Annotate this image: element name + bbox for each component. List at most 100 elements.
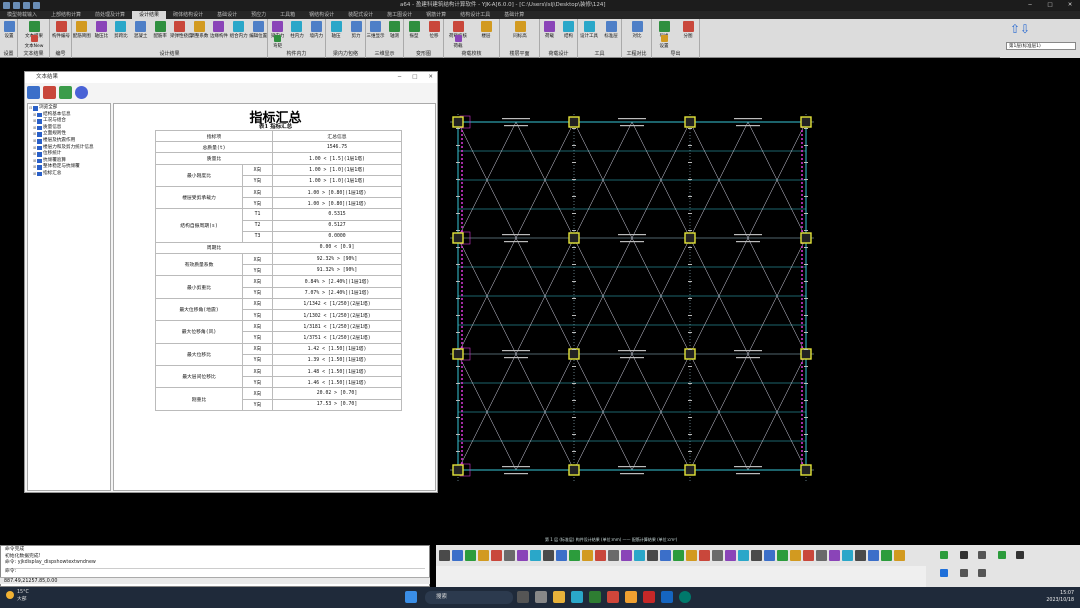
ribbon-button[interactable]: 荷载	[444, 35, 472, 49]
open-file-icon[interactable]	[13, 2, 20, 9]
view-tool-icon[interactable]	[452, 550, 463, 561]
ribbon-button[interactable]: 设计工具	[578, 21, 600, 39]
ribbon-button[interactable]: 混凝土	[131, 21, 151, 39]
view-tool-icon[interactable]	[569, 550, 580, 561]
ribbon-button[interactable]: 墙内力	[307, 21, 326, 39]
app-icon[interactable]	[589, 591, 601, 603]
dialog-minimize-button[interactable]: ─	[398, 72, 401, 83]
view-tool-icon[interactable]	[478, 550, 489, 561]
ribbon-button[interactable]: 配筋率	[150, 21, 170, 39]
view-tool-icon[interactable]	[803, 550, 814, 561]
dialog-maximize-button[interactable]: □	[412, 72, 417, 83]
ribbon-button[interactable]: 对比	[622, 21, 652, 39]
ribbon-button[interactable]: 编辑位置	[248, 21, 268, 39]
structure-plan-view[interactable]	[430, 58, 830, 488]
view-tool-icon[interactable]	[868, 550, 879, 561]
checkbox-icon[interactable]	[37, 165, 42, 170]
view-tool-icon[interactable]	[673, 550, 684, 561]
checkbox-icon[interactable]	[37, 139, 42, 144]
ribbon-button[interactable]: 分图	[676, 21, 700, 39]
ribbon-button[interactable]: 轴测	[385, 21, 404, 39]
tree-item[interactable]: ⊞ 楼层及抗震作用	[29, 138, 109, 145]
checkbox-icon[interactable]	[37, 152, 42, 157]
view-tool-icon[interactable]	[595, 550, 606, 561]
app-icon[interactable]	[535, 591, 547, 603]
tool-icon[interactable]	[940, 569, 948, 577]
view-tool-icon[interactable]	[764, 550, 775, 561]
ribbon-button[interactable]: 调整系数	[190, 21, 210, 39]
ribbon-button[interactable]: 同标高	[500, 21, 540, 39]
view-tool-icon[interactable]	[855, 550, 866, 561]
checkbox-icon[interactable]	[37, 112, 42, 118]
ribbon-tab[interactable]: 基础设计	[210, 11, 244, 19]
view-tool-icon[interactable]	[634, 550, 645, 561]
ribbon-button[interactable]: 剪跨比	[111, 21, 131, 39]
view-tool-icon[interactable]	[790, 550, 801, 561]
ribbon-button[interactable]: 弯矩	[268, 35, 287, 49]
ribbon-tab[interactable]: 工具箱	[273, 11, 302, 19]
ribbon-button[interactable]: 荷载	[540, 21, 559, 39]
view-tool-icon[interactable]	[504, 550, 515, 561]
tool-icon[interactable]	[978, 551, 986, 559]
view-tool-icon[interactable]	[621, 550, 632, 561]
tree-item[interactable]: ⊞ 工况与组合	[29, 118, 109, 125]
ribbon-tab[interactable]: 结构设计工具	[453, 11, 497, 19]
view-tool-icon[interactable]	[738, 550, 749, 561]
view-tool-icon[interactable]	[894, 550, 905, 561]
folder-icon[interactable]	[553, 591, 565, 603]
app-icon[interactable]	[643, 591, 655, 603]
undo-icon[interactable]	[33, 2, 40, 9]
view-tool-icon[interactable]	[816, 550, 827, 561]
checkbox-icon[interactable]	[37, 158, 42, 164]
export-excel-icon[interactable]	[59, 86, 72, 99]
minimize-button[interactable]: ─	[1020, 0, 1040, 11]
ribbon-button[interactable]: 组合内力	[229, 21, 249, 39]
view-tool-icon[interactable]	[686, 550, 697, 561]
tree-item[interactable]: ⊞ 结构基本信息	[29, 112, 109, 119]
new-file-icon[interactable]	[3, 2, 10, 9]
ribbon-button[interactable]: 轴压比	[92, 21, 112, 39]
app-icon[interactable]	[661, 591, 673, 603]
tool-icon[interactable]	[998, 551, 1006, 559]
view-tool-icon[interactable]	[751, 550, 762, 561]
dialog-close-button[interactable]: ✕	[428, 72, 433, 83]
ribbon-tab[interactable]: 基础计算	[497, 11, 531, 19]
view-tool-icon[interactable]	[582, 550, 593, 561]
command-prompt[interactable]: 命令:	[5, 567, 425, 576]
ribbon-tab[interactable]: 砌体结构设计	[166, 11, 210, 19]
system-clock[interactable]: 15:07 2023/10/18	[1046, 590, 1074, 604]
ribbon-button[interactable]: 位移	[424, 21, 444, 39]
ribbon-button[interactable]: 标准层	[600, 21, 622, 39]
view-tool-icon[interactable]	[647, 550, 658, 561]
maximize-button[interactable]: □	[1040, 0, 1060, 11]
ribbon-button[interactable]: 三维显示	[366, 21, 385, 39]
tool-icon[interactable]	[960, 551, 968, 559]
weather-widget[interactable]: 15°C 大部	[6, 589, 29, 603]
ribbon-button[interactable]: 构件编号	[50, 21, 72, 39]
view-tool-icon[interactable]	[465, 550, 476, 561]
ribbon-tab[interactable]: 钢筋计算	[419, 11, 453, 19]
ribbon-button[interactable]: 设置	[0, 21, 18, 39]
floor-nav-arrows-icon[interactable]: ⇧⇩	[1010, 22, 1030, 36]
ribbon-button[interactable]: 结构	[559, 21, 578, 39]
view-tool-icon[interactable]	[608, 550, 619, 561]
task-view-icon[interactable]	[517, 591, 529, 603]
view-tool-icon[interactable]	[530, 550, 541, 561]
tree-item[interactable]: ⊞ 位移统计	[29, 151, 109, 158]
view-tool-icon[interactable]	[712, 550, 723, 561]
tree-item[interactable]: ⊞ 立面规则性	[29, 131, 109, 138]
view-tool-icon[interactable]	[491, 550, 502, 561]
tree-item[interactable]: ⊞ 质量信息	[29, 125, 109, 132]
ribbon-button[interactable]: 振型	[404, 21, 424, 39]
edge-icon[interactable]	[571, 591, 583, 603]
ribbon-button[interactable]: 梁弹性挠度	[170, 21, 193, 39]
ribbon-button[interactable]: 文本New	[18, 35, 50, 49]
ribbon-tab[interactable]: 前处理及计算	[88, 11, 132, 19]
app-icon[interactable]	[625, 591, 637, 603]
tool-icon[interactable]	[940, 551, 948, 559]
view-tool-icon[interactable]	[699, 550, 710, 561]
ribbon-tab[interactable]: 施工图设计	[380, 11, 419, 19]
ribbon-button[interactable]: 设置	[652, 35, 676, 49]
tree-item[interactable]: ⊞ 楼层力和及剪力统计信息	[29, 145, 109, 152]
ribbon-tab[interactable]: 设计结果	[132, 11, 167, 19]
